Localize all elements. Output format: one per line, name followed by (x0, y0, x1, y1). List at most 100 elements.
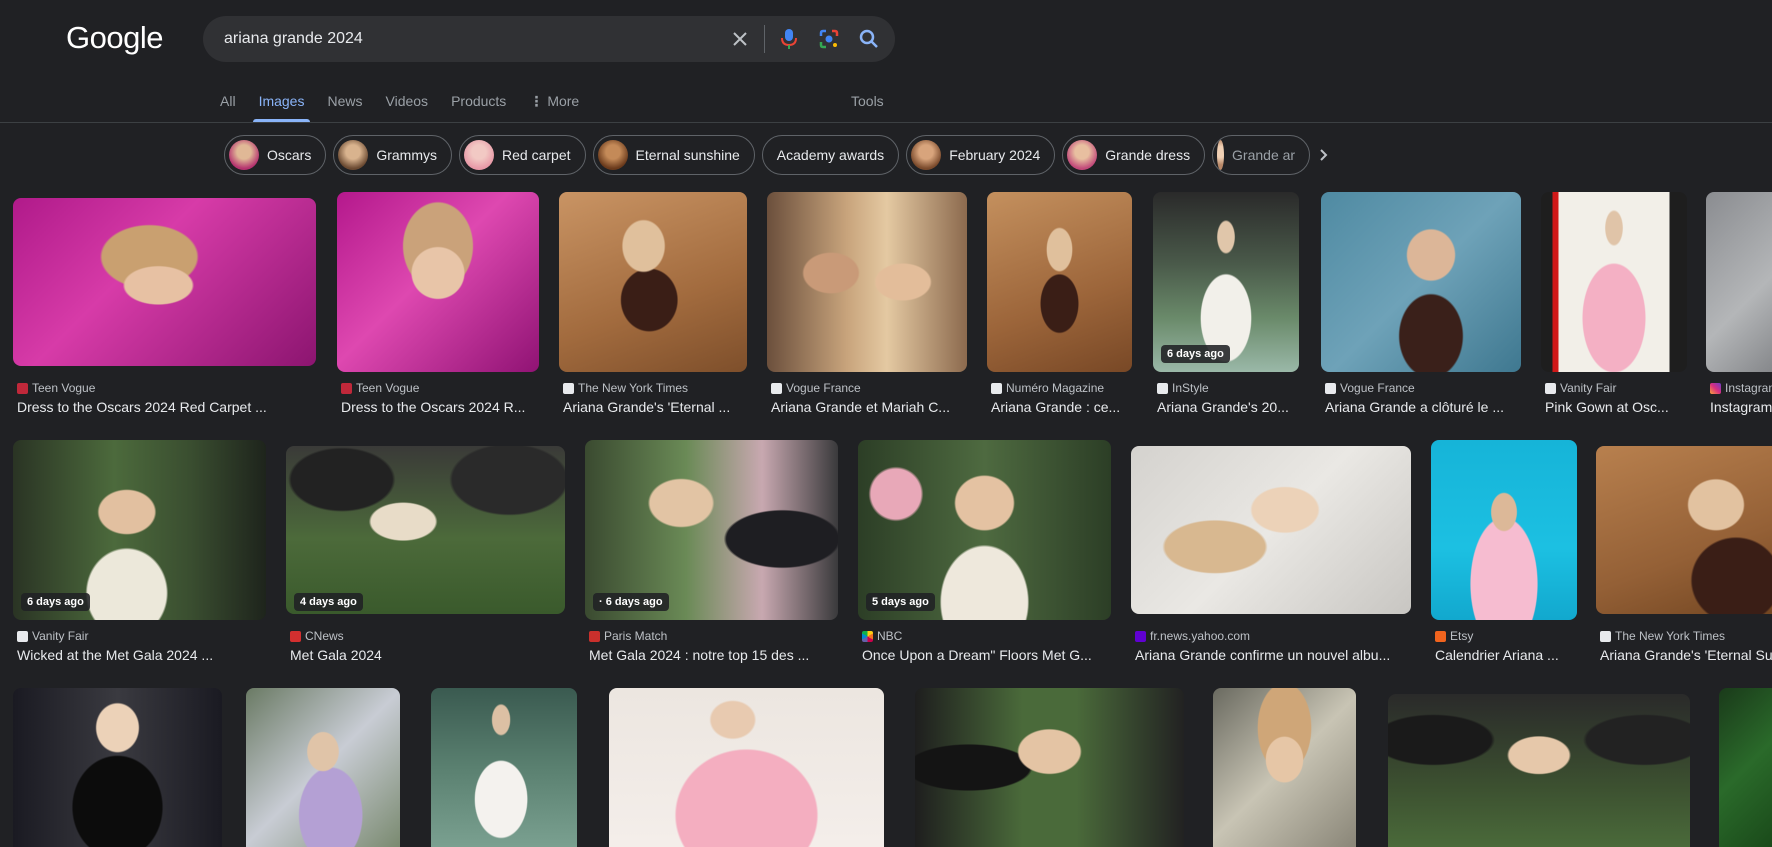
chip-grande-dress[interactable]: Grande dress (1062, 135, 1206, 175)
result-title[interactable]: Ariana Grande : ce... (991, 399, 1134, 415)
source-name: Vanity Fair (32, 629, 89, 643)
image-result[interactable]: The New York Times Ariana Grande's 'Eter… (1596, 440, 1772, 670)
image-result[interactable]: Vanity Fair Pink Gown at Osc... (1541, 192, 1687, 422)
result-image[interactable] (559, 192, 747, 372)
tab-all[interactable]: All (220, 86, 236, 122)
result-image[interactable] (915, 688, 1184, 847)
result-image[interactable] (609, 688, 884, 847)
result-title[interactable]: Once Upon a Dream" Floors Met G... (862, 647, 1112, 663)
image-result[interactable]: 6 days ago Vanity Fair Wicked at the Met… (13, 440, 266, 670)
tab-images[interactable]: Images (252, 86, 311, 122)
result-image[interactable] (1321, 192, 1521, 372)
result-image[interactable] (767, 192, 967, 372)
result-source: Teen Vogue (341, 381, 419, 395)
image-result[interactable]: fr.news.yahoo.com Ariana Grande confirme… (1131, 440, 1411, 670)
result-source: The New York Times (1600, 629, 1725, 643)
chip-oscars[interactable]: Oscars (224, 135, 327, 175)
result-image[interactable] (431, 688, 577, 847)
search-input[interactable]: ariana grande 2024 (224, 30, 720, 48)
source-favicon (991, 382, 1002, 394)
result-title[interactable]: Ariana Grande's 'Eternal ... (563, 399, 749, 415)
result-source: NBC (862, 629, 902, 643)
result-title[interactable]: Ariana Grande a clôturé le ... (1325, 399, 1523, 415)
result-title[interactable]: Pink Gown at Osc... (1545, 399, 1689, 415)
lens-icon[interactable] (809, 16, 849, 62)
source-name: Teen Vogue (32, 381, 96, 395)
source-name: fr.news.yahoo.com (1150, 629, 1251, 643)
age-badge: 6 days ago (21, 593, 90, 611)
result-title[interactable]: Dress to the Oscars 2024 Red Carpet ... (17, 399, 317, 415)
chip-academy-awards[interactable]: Academy awards (761, 135, 900, 175)
tools-button[interactable]: Tools (851, 93, 884, 109)
result-title[interactable]: Dress to the Oscars 2024 R... (341, 399, 541, 415)
result-image[interactable] (1719, 688, 1772, 847)
result-image[interactable] (1131, 446, 1411, 614)
source-name: NBC (877, 629, 903, 643)
chevron-right-icon[interactable] (1311, 143, 1335, 167)
result-source: InStyle (1157, 381, 1209, 395)
result-title[interactable]: Calendrier Ariana ... (1435, 647, 1579, 663)
source-name: Teen Vogue (356, 381, 420, 395)
clear-icon[interactable] (720, 16, 760, 62)
image-result[interactable]: Vogue France Ariana Grande et Mariah C..… (767, 192, 967, 422)
tab-news[interactable]: News (327, 86, 362, 122)
result-image[interactable] (1213, 688, 1356, 847)
age-badge: 4 days ago (294, 593, 363, 611)
image-result[interactable]: Etsy Calendrier Ariana ... (1431, 440, 1577, 670)
tab-videos[interactable]: Videos (386, 86, 429, 122)
tab-more-label: More (547, 93, 580, 109)
result-image[interactable] (13, 198, 316, 366)
search-bar[interactable]: ariana grande 2024 (203, 16, 895, 62)
image-result[interactable]: Numéro Magazine Ariana Grande : ce... (987, 192, 1132, 422)
chip-february-2024[interactable]: February 2024 (906, 135, 1056, 175)
result-title[interactable]: Met Gala 2024 (290, 647, 566, 663)
tab-more[interactable]: ⋮ More (529, 86, 579, 122)
result-title[interactable]: Ariana Grande's 20... (1157, 399, 1301, 415)
chip-eternal-sunshine[interactable]: Eternal sunshine (592, 135, 755, 175)
result-image[interactable] (246, 688, 400, 847)
chip-grande-ar[interactable]: Grande ar (1212, 135, 1311, 175)
result-image[interactable] (987, 192, 1132, 372)
image-result[interactable]: 6 days ago InStyle Ariana Grande's 20... (1153, 192, 1299, 422)
image-result[interactable]: The New York Times Ariana Grande's 'Eter… (559, 192, 747, 422)
result-image[interactable] (1431, 440, 1577, 620)
source-name: The New York Times (1615, 629, 1726, 643)
result-title[interactable]: Met Gala 2024 : notre top 15 des ... (589, 647, 839, 663)
source-favicon (563, 382, 574, 394)
chip-thumbnail (464, 140, 495, 170)
source-favicon (589, 630, 600, 642)
image-result[interactable]: Teen Vogue Dress to the Oscars 2024 Red … (13, 192, 318, 422)
image-result[interactable]: Teen Vogue Dress to the Oscars 2024 R... (337, 192, 539, 422)
chip-grammys[interactable]: Grammys (333, 135, 453, 175)
google-logo[interactable]: Google (66, 20, 163, 56)
tab-products[interactable]: Products (451, 86, 506, 122)
result-image[interactable] (1596, 446, 1772, 614)
result-image[interactable] (13, 688, 222, 847)
image-result[interactable]: Instagram Instagram (1706, 192, 1772, 422)
result-title[interactable]: Ariana Grande et Mariah C... (771, 399, 969, 415)
result-image[interactable] (1541, 192, 1687, 372)
chip-label: Grande ar (1232, 147, 1296, 163)
result-image[interactable] (1388, 694, 1690, 847)
image-result[interactable]: · 6 days ago Paris Match Met Gala 2024 :… (585, 440, 838, 670)
microphone-icon[interactable] (769, 16, 809, 62)
result-title[interactable]: Wicked at the Met Gala 2024 ... (17, 647, 267, 663)
source-favicon (17, 630, 28, 642)
image-result[interactable]: 4 days ago CNews Met Gala 2024 (286, 440, 565, 670)
result-image[interactable] (1706, 192, 1772, 372)
image-result[interactable]: Vogue France Ariana Grande a clôturé le … (1321, 192, 1521, 422)
chip-red-carpet[interactable]: Red carpet (459, 135, 586, 175)
search-icon[interactable] (849, 16, 889, 62)
result-title[interactable]: Ariana Grande confirme un nouvel albu... (1135, 647, 1412, 663)
age-badge: 5 days ago (866, 593, 935, 611)
result-image[interactable] (337, 192, 539, 372)
source-name: The New York Times (578, 381, 689, 395)
result-title[interactable]: Instagram (1710, 399, 1772, 415)
image-result[interactable]: 5 days ago NBC Once Upon a Dream" Floors… (858, 440, 1111, 670)
result-title[interactable]: Ariana Grande's 'Eternal Su (1600, 647, 1772, 663)
source-name: Etsy (1450, 629, 1474, 643)
source-name: Paris Match (604, 629, 668, 643)
result-source: Etsy (1435, 629, 1473, 643)
result-image[interactable] (286, 446, 565, 614)
age-badge: 6 days ago (1161, 345, 1230, 363)
